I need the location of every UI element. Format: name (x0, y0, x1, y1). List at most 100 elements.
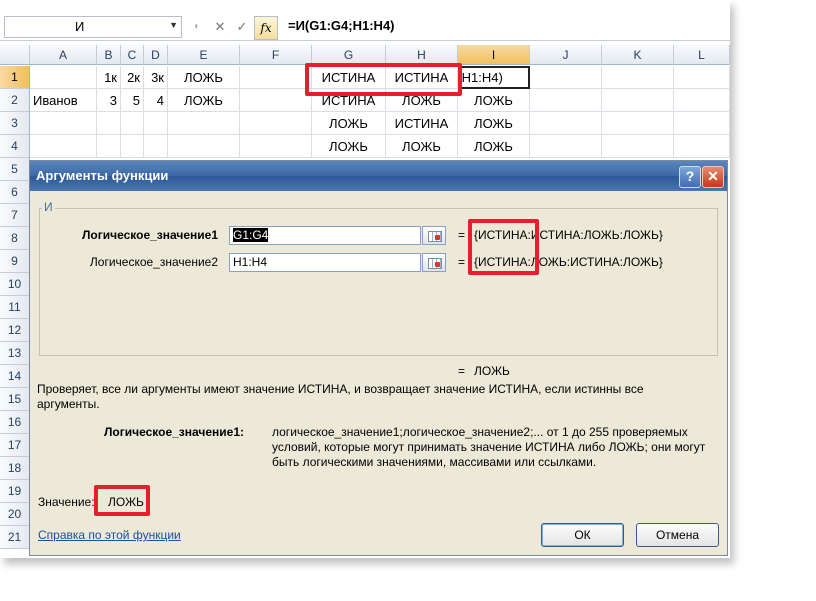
cell-i1-active[interactable]: ;H1:H4) (458, 66, 530, 89)
cell-f3[interactable] (240, 112, 312, 135)
cell-f2[interactable] (240, 89, 312, 112)
cell-d2[interactable]: 4 (144, 89, 168, 112)
row-header[interactable]: 13 (0, 342, 30, 365)
cell-k1[interactable] (602, 66, 674, 89)
row-header[interactable]: 21 (0, 526, 30, 549)
cell-j4[interactable] (530, 135, 602, 158)
excel-window: И ▼ ◖ ✕ ✓ fx =И(G1:G4;H1:H4) A B C D E F… (0, 0, 730, 558)
column-header-i[interactable]: I (458, 45, 530, 65)
column-header-d[interactable]: D (144, 45, 168, 65)
cell-b4[interactable] (97, 135, 121, 158)
collapse-dialog-button[interactable] (422, 226, 446, 245)
insert-function-button[interactable]: fx (254, 16, 278, 40)
collapse-dialog-button[interactable] (422, 253, 446, 272)
row-header[interactable]: 8 (0, 227, 30, 250)
cell-i2[interactable]: ЛОЖЬ (458, 89, 530, 112)
cell-a1[interactable] (30, 66, 97, 89)
row-header[interactable]: 6 (0, 181, 30, 204)
chevron-down-icon[interactable]: ▼ (169, 20, 178, 30)
dialog-title[interactable]: Аргументы функции (30, 161, 727, 191)
cell-k2[interactable] (602, 89, 674, 112)
cell-c3[interactable] (121, 112, 144, 135)
row-header[interactable]: 16 (0, 411, 30, 434)
cell-e3[interactable] (168, 112, 240, 135)
column-header-a[interactable]: A (30, 45, 97, 65)
row-header[interactable]: 19 (0, 480, 30, 503)
cell-h3[interactable]: ИСТИНА (386, 112, 458, 135)
formula-input[interactable]: =И(G1:G4;H1:H4) (288, 18, 395, 33)
cell-g4[interactable]: ЛОЖЬ (312, 135, 386, 158)
cell-l1[interactable] (674, 66, 730, 89)
formula-result-equals: = (458, 364, 466, 378)
cell-d1[interactable]: 3к (144, 66, 168, 89)
cell-j1[interactable] (530, 66, 602, 89)
row-header[interactable]: 2 (0, 89, 30, 112)
cell-d3[interactable] (144, 112, 168, 135)
row-header[interactable]: 15 (0, 388, 30, 411)
arg1-input[interactable]: G1:G4 (229, 226, 421, 245)
cell-b2[interactable]: 3 (97, 89, 121, 112)
formula-buttons: ◖ ✕ ✓ fx (186, 16, 278, 40)
column-header-k[interactable]: K (602, 45, 674, 65)
ok-button[interactable]: ОК (541, 523, 624, 547)
column-header-b[interactable]: B (97, 45, 121, 65)
row-header[interactable]: 11 (0, 296, 30, 319)
cell-c2[interactable]: 5 (121, 89, 144, 112)
cell-g3[interactable]: ЛОЖЬ (312, 112, 386, 135)
row-header[interactable]: 7 (0, 204, 30, 227)
cell-j2[interactable] (530, 89, 602, 112)
row-header[interactable]: 1 (0, 66, 30, 89)
row-header[interactable]: 5 (0, 158, 30, 181)
help-link[interactable]: Справка по этой функции (38, 528, 181, 542)
highlight-box (94, 485, 150, 516)
cell-f1[interactable] (240, 66, 312, 89)
cell-j3[interactable] (530, 112, 602, 135)
help-button[interactable]: ? (679, 166, 701, 188)
enter-formula-icon[interactable]: ✓ (232, 17, 252, 37)
cell-c1[interactable]: 2к (121, 66, 144, 89)
cell-d4[interactable] (144, 135, 168, 158)
cancel-formula-icon[interactable]: ✕ (210, 17, 230, 37)
column-header-g[interactable]: G (312, 45, 386, 65)
column-header-c[interactable]: C (121, 45, 144, 65)
row-header[interactable]: 17 (0, 434, 30, 457)
column-header-l[interactable]: L (674, 45, 730, 65)
column-header-f[interactable]: F (240, 45, 312, 65)
cell-c4[interactable] (121, 135, 144, 158)
row-header[interactable]: 12 (0, 319, 30, 342)
arg2-value: H1:H4 (233, 255, 268, 269)
close-button[interactable]: ✕ (702, 166, 724, 188)
cell-i4[interactable]: ЛОЖЬ (458, 135, 530, 158)
cell-e2[interactable]: ЛОЖЬ (168, 89, 240, 112)
cell-l2[interactable] (674, 89, 730, 112)
cell-l4[interactable] (674, 135, 730, 158)
cell-a3[interactable] (30, 112, 97, 135)
cell-h4[interactable]: ЛОЖЬ (386, 135, 458, 158)
row-header[interactable]: 20 (0, 503, 30, 526)
cancel-button[interactable]: Отмена (636, 523, 719, 547)
name-box[interactable]: И ▼ (4, 16, 182, 38)
cell-b1[interactable]: 1к (97, 66, 121, 89)
cell-k4[interactable] (602, 135, 674, 158)
cell-f4[interactable] (240, 135, 312, 158)
cell-k3[interactable] (602, 112, 674, 135)
cell-l3[interactable] (674, 112, 730, 135)
cell-i3[interactable]: ЛОЖЬ (458, 112, 530, 135)
cell-e1[interactable]: ЛОЖЬ (168, 66, 240, 89)
select-all-corner[interactable] (0, 45, 30, 65)
arg2-input[interactable]: H1:H4 (229, 253, 421, 272)
row-header[interactable]: 3 (0, 112, 30, 135)
cell-b3[interactable] (97, 112, 121, 135)
row-header[interactable]: 4 (0, 135, 30, 158)
row-header[interactable]: 14 (0, 365, 30, 388)
column-header-h[interactable]: H (386, 45, 458, 65)
cell-a4[interactable] (30, 135, 97, 158)
row-header[interactable]: 10 (0, 273, 30, 296)
column-header-j[interactable]: J (530, 45, 602, 65)
row-header[interactable]: 18 (0, 457, 30, 480)
row-header[interactable]: 9 (0, 250, 30, 273)
cell-a2[interactable]: Иванов (30, 89, 97, 112)
cell-e4[interactable] (168, 135, 240, 158)
drag-handle-icon[interactable]: ◖ (186, 17, 206, 37)
column-header-e[interactable]: E (168, 45, 240, 65)
